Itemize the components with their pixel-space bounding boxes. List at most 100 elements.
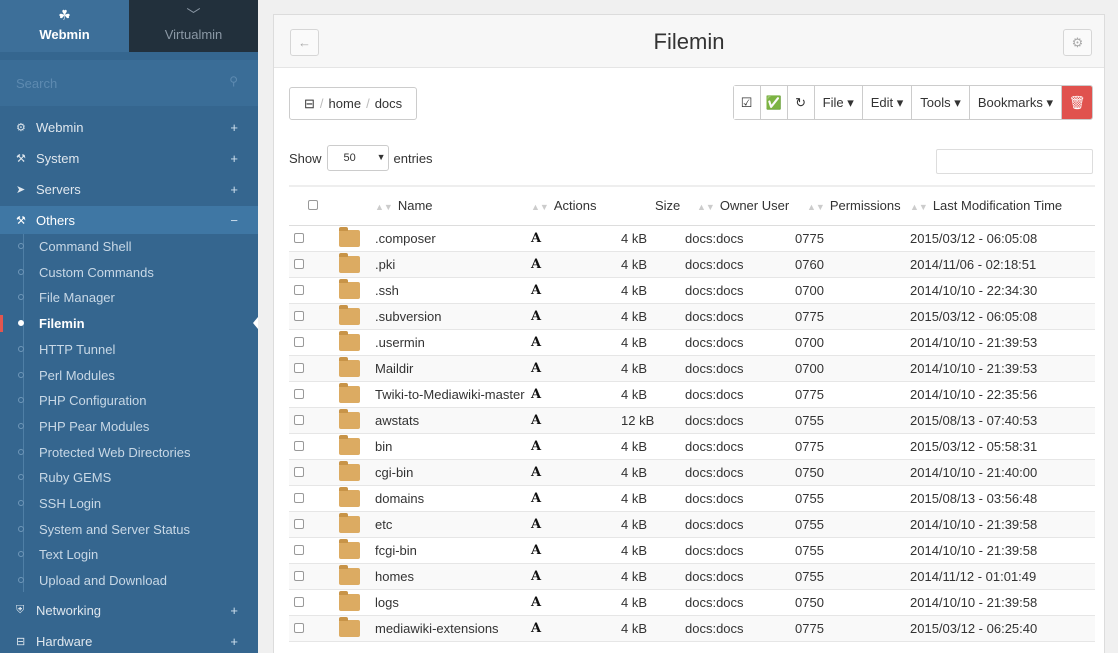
row-checkbox[interactable] xyxy=(294,544,304,555)
file-menu-button[interactable]: File ▾ xyxy=(814,86,863,119)
virtualmin-switch[interactable]: ﹀ Virtualmin xyxy=(129,0,258,52)
table-row[interactable]: bin A 4 kB docs:docs 0775 2015/03/12 - 05:58:… xyxy=(289,433,1095,460)
sidebar-item-command-shell[interactable]: Command Shell xyxy=(0,234,258,259)
folder-icon[interactable] xyxy=(339,227,360,247)
folder-icon[interactable] xyxy=(339,617,360,637)
table-row[interactable]: .composer A 4 kB docs:docs 0775 2015/03/12 - … xyxy=(289,225,1095,252)
file-name[interactable]: .usermin xyxy=(375,329,531,356)
row-checkbox[interactable] xyxy=(294,414,304,425)
folder-icon[interactable] xyxy=(339,591,360,611)
size-column-header[interactable]: Size xyxy=(613,185,685,226)
table-row[interactable]: .subversion A 4 kB docs:docs 0775 2015/03/12 … xyxy=(289,303,1095,330)
tools-menu-button[interactable]: Tools ▾ xyxy=(912,86,970,119)
folder-icon[interactable] xyxy=(339,513,360,533)
row-checkbox[interactable] xyxy=(294,258,304,269)
sidebar-category-others[interactable]: ⚒ Others − xyxy=(0,206,258,234)
invert-selection-button[interactable]: ✅ xyxy=(760,86,788,119)
sidebar-category-system[interactable]: ⚒ System + xyxy=(0,144,258,172)
sidebar-search[interactable]: Search ⚲ xyxy=(0,60,258,106)
select-all-checkbox[interactable] xyxy=(308,200,318,211)
file-name[interactable]: .subversion xyxy=(375,303,531,330)
sidebar-item-protected-web-directories[interactable]: Protected Web Directories xyxy=(0,440,258,465)
row-checkbox[interactable] xyxy=(294,284,304,295)
sidebar-item-text-login[interactable]: Text Login xyxy=(0,542,258,567)
breadcrumb-docs[interactable]: docs xyxy=(375,96,402,111)
row-checkbox[interactable] xyxy=(294,388,304,399)
folder-icon[interactable] xyxy=(339,253,360,273)
table-row[interactable]: homes A 4 kB docs:docs 0755 2014/11/12 - 01:0… xyxy=(289,563,1095,590)
table-row[interactable]: Twiki-to-Mediawiki-master A 4 kB docs:docs 0… xyxy=(289,381,1095,408)
folder-icon[interactable] xyxy=(339,461,360,481)
permissions-column-header[interactable]: ▲▼ Permissions xyxy=(795,185,910,226)
search-input[interactable]: Search xyxy=(16,76,57,91)
row-checkbox[interactable] xyxy=(294,362,304,373)
table-filter-input[interactable] xyxy=(936,149,1093,174)
file-name[interactable]: domains xyxy=(375,485,531,512)
rename-action-icon[interactable]: A xyxy=(531,439,541,454)
row-checkbox[interactable] xyxy=(294,336,304,347)
file-name[interactable]: .composer xyxy=(375,225,531,252)
row-checkbox[interactable] xyxy=(294,596,304,607)
row-checkbox[interactable] xyxy=(294,570,304,581)
folder-icon[interactable] xyxy=(339,409,360,429)
folder-icon[interactable] xyxy=(339,539,360,559)
rename-action-icon[interactable]: A xyxy=(531,569,541,584)
file-name[interactable]: fcgi-bin xyxy=(375,537,531,564)
sidebar-category-servers[interactable]: ➤ Servers + xyxy=(0,175,258,203)
file-name[interactable]: etc xyxy=(375,511,531,538)
file-name[interactable]: logs xyxy=(375,589,531,616)
rename-action-icon[interactable]: A xyxy=(531,335,541,350)
row-checkbox[interactable] xyxy=(294,310,304,321)
sidebar-item-filemin[interactable]: Filemin xyxy=(0,311,258,336)
table-row[interactable]: awstats A 12 kB docs:docs 0755 2015/08/13 - 0… xyxy=(289,407,1095,434)
sidebar-item-perl-modules[interactable]: Perl Modules xyxy=(0,363,258,388)
row-checkbox[interactable] xyxy=(294,232,304,243)
row-checkbox[interactable] xyxy=(294,492,304,503)
table-row[interactable]: domains A 4 kB docs:docs 0755 2015/08/13 - 03… xyxy=(289,485,1095,512)
file-name[interactable]: Maildir xyxy=(375,355,531,382)
rename-action-icon[interactable]: A xyxy=(531,543,541,558)
edit-menu-button[interactable]: Edit ▾ xyxy=(862,86,913,119)
table-row[interactable]: mediawiki-extensions A 4 kB docs:docs 0775 20… xyxy=(289,615,1095,642)
rename-action-icon[interactable]: A xyxy=(531,283,541,298)
rename-action-icon[interactable]: A xyxy=(531,491,541,506)
table-row[interactable]: fcgi-bin A 4 kB docs:docs 0755 2014/10/10 - 2… xyxy=(289,537,1095,564)
row-checkbox[interactable] xyxy=(294,518,304,529)
sidebar-item-upload-and-download[interactable]: Upload and Download xyxy=(0,568,258,593)
actions-column-header[interactable]: ▲▼ Actions xyxy=(531,185,613,226)
rename-action-icon[interactable]: A xyxy=(531,387,541,402)
rename-action-icon[interactable]: A xyxy=(531,413,541,428)
module-config-button[interactable]: ⚙ xyxy=(1063,29,1092,56)
refresh-button[interactable]: ↻ xyxy=(787,86,815,119)
sidebar-item-file-manager[interactable]: File Manager xyxy=(0,285,258,310)
folder-icon[interactable] xyxy=(339,331,360,351)
rename-action-icon[interactable]: A xyxy=(531,517,541,532)
table-row[interactable]: cgi-bin A 4 kB docs:docs 0750 2014/10/10 - 21… xyxy=(289,459,1095,486)
file-name[interactable]: bin xyxy=(375,433,531,460)
file-name[interactable]: mediawiki-extensions xyxy=(375,615,531,642)
rename-action-icon[interactable]: A xyxy=(531,257,541,272)
table-row[interactable]: Maildir A 4 kB docs:docs 0700 2014/10/10 - 21… xyxy=(289,355,1095,382)
rename-action-icon[interactable]: A xyxy=(531,231,541,246)
folder-icon[interactable] xyxy=(339,383,360,403)
rename-action-icon[interactable]: A xyxy=(531,361,541,376)
sidebar-item-http-tunnel[interactable]: HTTP Tunnel xyxy=(0,337,258,362)
rename-action-icon[interactable]: A xyxy=(531,309,541,324)
folder-icon[interactable] xyxy=(339,305,360,325)
sidebar-item-custom-commands[interactable]: Custom Commands xyxy=(0,260,258,285)
select-all-button[interactable]: ☑ xyxy=(733,86,761,119)
table-row[interactable]: .usermin A 4 kB docs:docs 0700 2014/10/10 - 2… xyxy=(289,329,1095,356)
breadcrumb-home[interactable]: home xyxy=(329,96,362,111)
file-name[interactable]: cgi-bin xyxy=(375,459,531,486)
sidebar-item-system-and-server-status[interactable]: System and Server Status xyxy=(0,517,258,542)
folder-icon[interactable] xyxy=(339,565,360,585)
delete-button[interactable]: 🗑 xyxy=(1062,86,1092,119)
sidebar-category-hardware[interactable]: ⊟ Hardware + xyxy=(0,627,258,653)
table-row[interactable]: .ssh A 4 kB docs:docs 0700 2014/10/10 - 22:34… xyxy=(289,277,1095,304)
webmin-switch[interactable]: ☘ Webmin xyxy=(0,0,129,52)
row-checkbox[interactable] xyxy=(294,622,304,633)
owner-column-header[interactable]: ▲▼ Owner User xyxy=(685,185,795,226)
rename-action-icon[interactable]: A xyxy=(531,595,541,610)
table-row[interactable]: etc A 4 kB docs:docs 0755 2014/10/10 - 21:39:… xyxy=(289,511,1095,538)
folder-icon[interactable] xyxy=(339,357,360,377)
